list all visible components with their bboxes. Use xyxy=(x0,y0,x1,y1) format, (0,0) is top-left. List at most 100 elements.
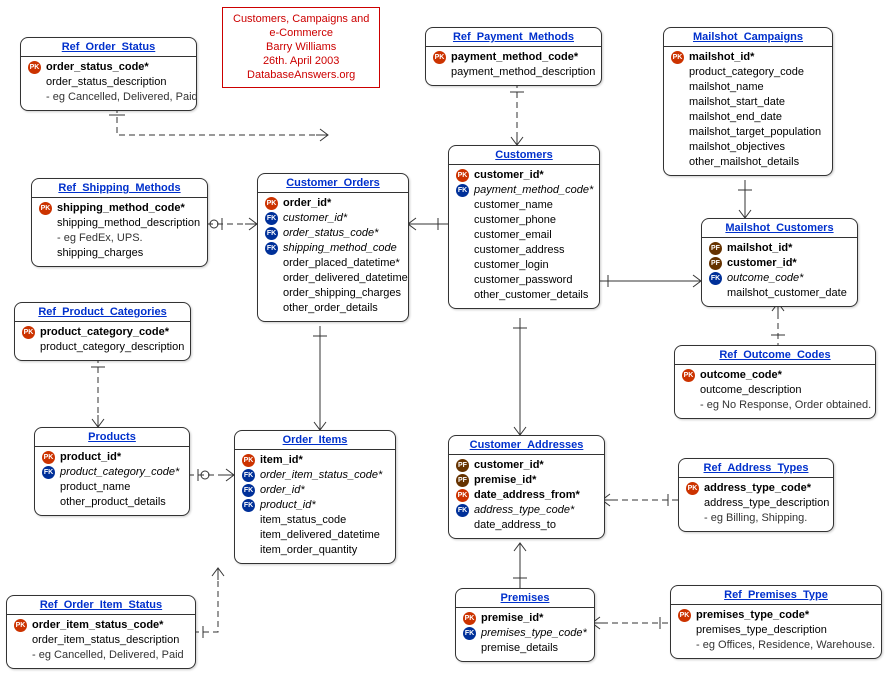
attribute-text: date_address_from* xyxy=(474,488,580,503)
attribute-row: PKpremise_id* xyxy=(463,611,586,626)
fk-badge: FK xyxy=(42,466,55,479)
attribute-text: payment_method_code* xyxy=(474,183,593,198)
attribute-row: premises_type_description xyxy=(678,623,873,638)
pk-badge: PK xyxy=(682,369,695,382)
entity-ref-shipping-methods: Ref_Shipping_Methods PKshipping_method_c… xyxy=(31,178,208,267)
attribute-row: PK outcome_code* xyxy=(682,368,867,383)
attribute-text: customer_name xyxy=(474,198,553,213)
entity-title: Ref_Payment_Methods xyxy=(426,28,601,47)
attribute-text: - eg Billing, Shipping. xyxy=(704,511,807,526)
attribute-text: customer_id* xyxy=(283,211,347,226)
attribute-row: PFcustomer_id* xyxy=(709,256,849,271)
entity-mailshot-campaigns: Mailshot_Campaigns PKmailshot_id*product… xyxy=(663,27,833,176)
entity-body: PF mailshot_id*PFcustomer_id*FKoutcome_co… xyxy=(702,238,857,306)
attribute-text: product_category_code* xyxy=(40,325,169,340)
attribute-row: order_shipping_charges xyxy=(265,286,400,301)
attribute-row: order_placed_datetime* xyxy=(265,256,400,271)
attribute-row: PKitem_id* xyxy=(242,453,387,468)
attribute-text: premises_type_code* xyxy=(481,626,587,641)
entity-body: PKorder_id* FK customer_id*FKorder_status_… xyxy=(258,193,408,321)
attribute-row: FK address_type_code* xyxy=(456,503,596,518)
entity-body: PKpayment_method_code*payment_method_des… xyxy=(426,47,601,85)
attribute-row: product_category_code xyxy=(671,65,824,80)
attribute-row: order_item_status_description xyxy=(14,633,187,648)
fk-badge: FK xyxy=(456,504,469,517)
attribute-row: product_category_description xyxy=(22,340,182,355)
entity-title: Ref_Order_Status xyxy=(21,38,196,57)
entity-ref-product-categories: Ref_Product_Categories PKproduct_categor… xyxy=(14,302,191,361)
attribute-text: other_order_details xyxy=(283,301,378,316)
attribute-row: customer_phone xyxy=(456,213,591,228)
attribute-row: PKcustomer_id* xyxy=(456,168,591,183)
attribute-text: order_placed_datetime* xyxy=(283,256,400,271)
entity-ref-payment-methods: Ref_Payment_Methods PKpayment_method_cod… xyxy=(425,27,602,86)
attribute-row: item_delivered_datetime xyxy=(242,528,387,543)
attribute-row: payment_method_description xyxy=(433,65,593,80)
entity-body: PKmailshot_id*product_category_codemails… xyxy=(664,47,832,175)
attribute-row: outcome_description xyxy=(682,383,867,398)
attribute-text: shipping_charges xyxy=(57,246,143,261)
entity-order-items: Order_Items PKitem_id*FKorder_item_statu… xyxy=(234,430,396,564)
entity-title: Products xyxy=(35,428,189,447)
attribute-row: shipping_charges xyxy=(39,246,199,261)
entity-body: PKpremise_id*FKpremises_type_code*premis… xyxy=(456,608,594,661)
entity-body: PKproduct_category_code*product_category… xyxy=(15,322,190,360)
attribute-text: mailshot_start_date xyxy=(689,95,785,110)
entity-title: Ref_Product_Categories xyxy=(15,303,190,322)
attribute-row: order_delivered_datetime xyxy=(265,271,400,286)
pf-badge: PF xyxy=(709,242,722,255)
pk-badge: PK xyxy=(671,51,684,64)
fk-badge: FK xyxy=(242,499,255,512)
attribute-text: product_category_code xyxy=(689,65,804,80)
pf-badge: PF xyxy=(456,459,469,472)
entity-body: PKorder_item_status_code*order_item_stat… xyxy=(7,615,195,668)
attribute-text: product_category_code* xyxy=(60,465,179,480)
entity-ref-outcome-codes: Ref_Outcome_Codes PK outcome_code*outcome… xyxy=(674,345,876,419)
attribute-row: FKorder_item_status_code* xyxy=(242,468,387,483)
attribute-text: address_type_code* xyxy=(474,503,574,518)
attribute-text: customer_login xyxy=(474,258,549,273)
fk-badge: FK xyxy=(709,272,722,285)
entity-title: Customers xyxy=(449,146,599,165)
attribute-row: mailshot_name xyxy=(671,80,824,95)
attribute-row: mailshot_start_date xyxy=(671,95,824,110)
entity-body: PKitem_id*FKorder_item_status_code*FKord… xyxy=(235,450,395,563)
attribute-text: - eg FedEx, UPS. xyxy=(57,231,143,246)
attribute-row: item_status_code xyxy=(242,513,387,528)
attribute-row: FKorder_id* xyxy=(242,483,387,498)
attribute-text: mailshot_name xyxy=(689,80,764,95)
attribute-row: FKoutcome_code* xyxy=(709,271,849,286)
pk-badge: PK xyxy=(28,61,41,74)
attribute-text: item_order_quantity xyxy=(260,543,357,558)
attribute-text: outcome_code* xyxy=(700,368,782,383)
attribute-text: shipping_method_description xyxy=(57,216,200,231)
attribute-text: other_mailshot_details xyxy=(689,155,799,170)
attribute-text: premise_id* xyxy=(481,611,543,626)
attribute-text: mailshot_id* xyxy=(727,241,792,256)
attribute-row: PKdate_address_from* xyxy=(456,488,596,503)
title-line: Customers, Campaigns and xyxy=(233,12,369,26)
entity-body: PKshipping_method_code*shipping_method_d… xyxy=(32,198,207,266)
attribute-row: PFpremise_id* xyxy=(456,473,596,488)
attribute-text: premise_id* xyxy=(474,473,536,488)
attribute-row: FKorder_status_code* xyxy=(265,226,400,241)
attribute-text: product_id* xyxy=(60,450,121,465)
diagram-title-box: Customers, Campaigns and e-Commerce Barr… xyxy=(222,7,380,88)
attribute-row: product_name xyxy=(42,480,181,495)
attribute-text: item_status_code xyxy=(260,513,346,528)
attribute-text: premises_type_code* xyxy=(696,608,809,623)
attribute-text: customer_id* xyxy=(474,458,544,473)
attribute-text: shipping_method_code xyxy=(283,241,397,256)
pk-badge: PK xyxy=(456,169,469,182)
fk-badge: FK xyxy=(265,227,278,240)
attribute-text: item_delivered_datetime xyxy=(260,528,380,543)
pk-badge: PK xyxy=(39,202,52,215)
attribute-text: product_id* xyxy=(260,498,316,513)
attribute-text: order_status_code* xyxy=(46,60,149,75)
attribute-row: PKpremises_type_code* xyxy=(678,608,873,623)
attribute-row: PKorder_id* xyxy=(265,196,400,211)
attribute-row: - eg Offices, Residence, Warehouse. xyxy=(678,638,873,653)
entity-title: Ref_Outcome_Codes xyxy=(675,346,875,365)
attribute-row: - eg Cancelled, Delivered, Paid xyxy=(28,90,188,105)
attribute-text: payment_method_code* xyxy=(451,50,578,65)
